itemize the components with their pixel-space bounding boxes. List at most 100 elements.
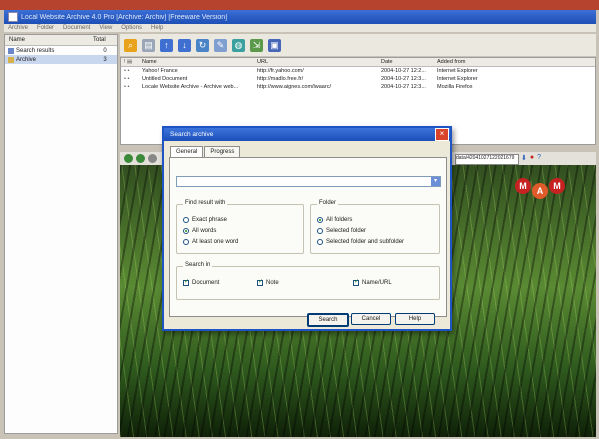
row-url: http://fr.yahoo.com/ — [257, 68, 304, 74]
help-button[interactable]: Help — [395, 313, 435, 325]
search-in-group: Search in Document Note Name/URL — [176, 262, 440, 300]
row-url: http://www.aignes.com/lwaarc/ — [257, 84, 331, 90]
option-label: Exact phrase — [192, 217, 228, 223]
search-button[interactable]: Search — [307, 313, 349, 327]
cancel-button[interactable]: Cancel — [351, 313, 391, 325]
row-flag-icon: • • — [124, 68, 130, 74]
export-icon[interactable]: ⇲ — [250, 38, 263, 52]
checkbox-note[interactable]: Note — [257, 278, 279, 286]
radio-icon — [183, 217, 189, 223]
row-added: Internet Explorer — [437, 68, 478, 74]
tree-header: Name Total — [5, 35, 117, 46]
row-date: 2004-10-27 12:3... — [381, 76, 426, 82]
option-label: All words — [192, 228, 217, 234]
folder-group-label: Folder — [317, 200, 339, 206]
search-icon[interactable]: ⌕ — [124, 38, 137, 52]
app-icon — [8, 12, 18, 22]
row-date: 2004-10-27 12:2... — [381, 68, 426, 74]
option-label: All folders — [326, 217, 353, 223]
site-logo: M A M — [515, 175, 569, 199]
col-header-date[interactable]: Date — [381, 59, 437, 65]
refresh-icon[interactable]: ↻ — [196, 38, 209, 52]
find-group-label: Find result with — [183, 200, 228, 206]
document-icon[interactable]: ▤ — [142, 38, 155, 52]
radio-exact-phrase[interactable]: Exact phrase — [183, 217, 227, 223]
checkbox-name-url[interactable]: Name/URL — [353, 278, 392, 286]
list-item[interactable]: • • Yahoo! France http://fr.yahoo.com/ 2… — [121, 67, 595, 75]
list-item[interactable]: • • Untitled Document http://madlo.free.… — [121, 75, 595, 83]
menu-archive[interactable]: Archive — [8, 25, 28, 31]
checkbox-document[interactable]: Document — [183, 278, 220, 286]
checkbox-icon — [353, 278, 359, 286]
row-date: 2004-10-27 12:3... — [381, 84, 426, 90]
find-group: Find result with Exact phrase All words … — [176, 200, 304, 254]
row-flag-icon: • • — [124, 76, 130, 82]
radio-icon — [183, 228, 189, 234]
radio-icon — [317, 228, 323, 234]
menu-document[interactable]: Document — [63, 25, 90, 31]
tree-header-total[interactable]: Total — [93, 37, 117, 43]
row-added: Internet Explorer — [437, 76, 478, 82]
logo-letter: M — [549, 178, 565, 194]
chevron-down-icon[interactable]: ▾ — [431, 177, 440, 186]
tree-item-search-results[interactable]: Search results 0 — [5, 46, 117, 55]
logo-letter: A — [532, 183, 548, 199]
flag-column-icon: ! ▤ — [124, 59, 133, 65]
row-name: Yahoo! France — [142, 68, 178, 74]
col-header-url[interactable]: URL — [257, 59, 381, 65]
search-in-label: Search in — [183, 262, 213, 268]
arrow-down-icon[interactable]: ⬇ — [521, 154, 527, 162]
save-icon[interactable]: ▣ — [268, 38, 281, 52]
radio-at-least-one-word[interactable]: At least one word — [183, 239, 238, 245]
close-icon[interactable]: × — [435, 128, 449, 141]
browser-icons: ⬇ ● ? — [521, 154, 541, 162]
properties-icon[interactable]: ✎ — [214, 38, 227, 52]
radio-selected-folder-subfolder[interactable]: Selected folder and subfolder — [317, 239, 404, 245]
window-title-bar: Local Website Archive 4.0 Pro [Archive: … — [4, 10, 596, 24]
main-toolbar: ⌕ ▤ ↑ ↓ ↻ ✎ ◍ ⇲ ▣ — [120, 34, 596, 56]
option-label: Selected folder — [326, 228, 367, 234]
folder-tree-pane: Name Total Search results 0 Archive 3 — [4, 34, 118, 434]
globe-icon[interactable]: ◍ — [232, 38, 245, 52]
option-label: Document — [192, 280, 220, 286]
folder-icon — [8, 56, 14, 63]
row-name: Untitled Document — [142, 76, 188, 82]
radio-selected-folder[interactable]: Selected folder — [317, 228, 366, 234]
address-field[interactable]: data/42041027122021679 — [455, 154, 519, 165]
forward-icon[interactable] — [136, 154, 145, 163]
menu-folder[interactable]: Folder — [37, 25, 54, 31]
option-label: Note — [266, 280, 279, 286]
list-header: ! ▤ Name URL Date Added from — [121, 58, 595, 67]
col-header-name[interactable]: Name — [142, 59, 257, 65]
checkbox-icon — [257, 278, 263, 286]
stop-icon[interactable] — [148, 154, 157, 163]
search-input[interactable]: ▾ — [176, 176, 441, 187]
option-label: At least one word — [192, 239, 239, 245]
radio-all-folders[interactable]: All folders — [317, 217, 352, 223]
radio-all-words[interactable]: All words — [183, 228, 216, 234]
tab-progress[interactable]: Progress — [204, 146, 241, 157]
help-icon[interactable]: ? — [537, 154, 541, 162]
arrow-up-icon[interactable]: ↑ — [160, 38, 173, 52]
window-title: Local Website Archive 4.0 Pro [Archive: … — [21, 13, 228, 21]
search-dialog: Search archive × General Progress ▾ Find… — [162, 126, 452, 331]
tree-item-archive[interactable]: Archive 3 — [5, 55, 117, 64]
list-item[interactable]: • • Locale Website Archive - Archive web… — [121, 83, 595, 91]
option-label: Selected folder and subfolder — [326, 239, 405, 245]
magazine-top-band — [0, 0, 599, 10]
menu-options[interactable]: Options — [121, 25, 142, 31]
tree-item-count: 3 — [103, 56, 107, 63]
tree-item-label: Archive — [16, 56, 37, 63]
radio-icon — [317, 239, 323, 245]
col-header-added[interactable]: Added from — [437, 59, 497, 65]
tree-header-name[interactable]: Name — [5, 37, 93, 43]
row-url: http://madlo.free.fr/ — [257, 76, 304, 82]
general-panel: ▾ Find result with Exact phrase All word… — [169, 157, 447, 317]
menu-help[interactable]: Help — [151, 25, 163, 31]
tree-item-label: Search results — [16, 47, 55, 54]
back-icon[interactable] — [124, 154, 133, 163]
menu-view[interactable]: View — [99, 25, 112, 31]
arrow-down-icon[interactable]: ↓ — [178, 38, 191, 52]
folder-group: Folder All folders Selected folder Selec… — [310, 200, 440, 254]
stop-red-icon[interactable]: ● — [530, 154, 534, 162]
